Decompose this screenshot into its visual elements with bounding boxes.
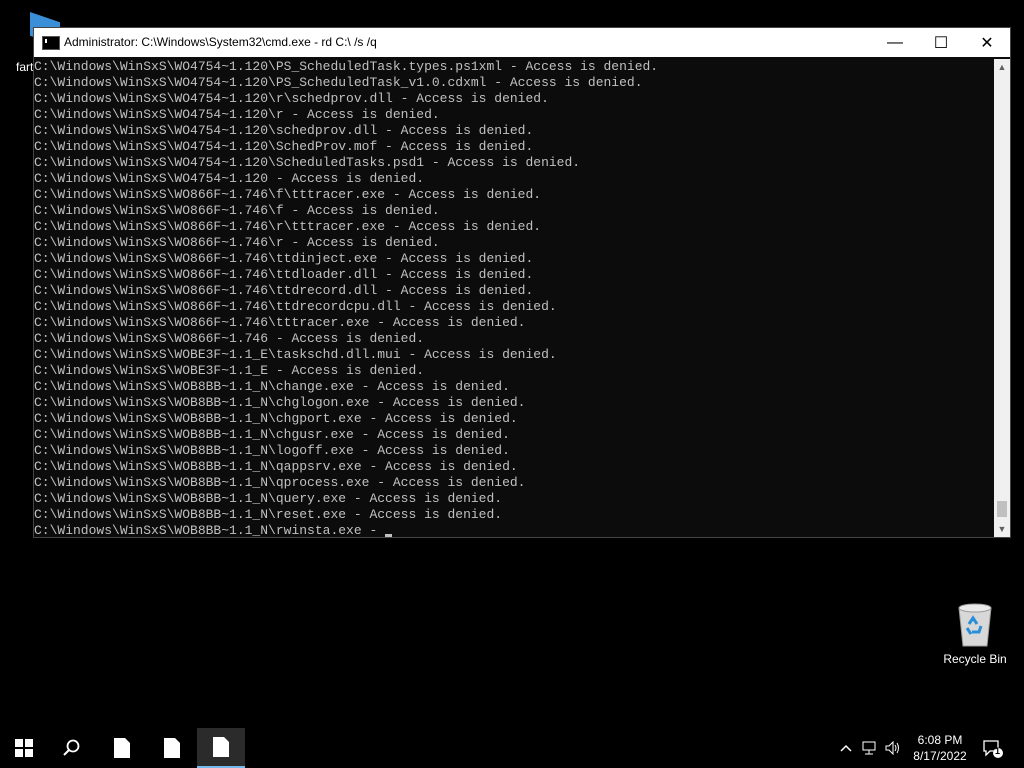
recycle-bin-label: Recycle Bin [943,652,1007,666]
taskbar-clock[interactable]: 6:08 PM 8/17/2022 [910,732,970,764]
console-line: C:\Windows\WinSxS\WOB8BB~1.1_N\query.exe… [34,491,503,506]
recycle-bin[interactable]: Recycle Bin [940,600,1010,675]
console-line: C:\Windows\WinSxS\WOB8BB~1.1_N\reset.exe… [34,507,503,522]
console-line: C:\Windows\WinSxS\WO866F~1.746\ttdinject… [34,251,534,266]
console-line: C:\Windows\WinSxS\WOB8BB~1.1_N\chglogon.… [34,395,526,410]
console-line: C:\Windows\WinSxS\WO866F~1.746\ttdloader… [34,267,534,282]
console-line: C:\Windows\WinSxS\WO866F~1.746\f - Acces… [34,203,440,218]
cmd-window[interactable]: Administrator: C:\Windows\System32\cmd.e… [33,27,1011,538]
clock-date: 8/17/2022 [913,749,967,763]
close-button[interactable]: ✕ [964,28,1010,57]
console-line: C:\Windows\WinSxS\WO866F~1.746\ttdrecord… [34,283,534,298]
notification-center-button[interactable]: 1 [982,738,1004,760]
scroll-up-arrow-icon[interactable]: ▲ [994,59,1010,75]
vertical-scrollbar[interactable]: ▲ ▼ [994,59,1010,537]
console-line: C:\Windows\WinSxS\WO866F~1.746\r\tttrace… [34,219,542,234]
console-line: C:\Windows\WinSxS\WO866F~1.746\f\tttrace… [34,187,542,202]
console-output[interactable]: C:\Windows\WinSxS\WO4754~1.120\PS_Schedu… [34,59,994,537]
console-line: C:\Windows\WinSxS\WOB8BB~1.1_N\rwinsta.e… [34,523,994,537]
minimize-button[interactable]: — [872,28,918,57]
console-line: C:\Windows\WinSxS\WO866F~1.746\tttracer.… [34,315,526,330]
maximize-button[interactable]: ☐ [918,28,964,57]
notification-count: 1 [995,746,1001,756]
clock-time: 6:08 PM [917,733,963,747]
scroll-down-arrow-icon[interactable]: ▼ [994,521,1010,537]
volume-icon[interactable] [885,740,901,756]
system-tray: 6:08 PM 8/17/2022 1 [0,728,1024,768]
chevron-up-icon[interactable] [838,740,854,756]
console-line: C:\Windows\WinSxS\WOBE3F~1.1_E\taskschd.… [34,347,557,362]
console-line: C:\Windows\WinSxS\WOB8BB~1.1_N\logoff.ex… [34,443,510,458]
console-line: C:\Windows\WinSxS\WO4754~1.120\schedprov… [34,123,534,138]
network-icon[interactable] [862,740,878,756]
recycle-bin-icon [958,603,992,647]
console-line: C:\Windows\WinSxS\WOB8BB~1.1_N\change.ex… [34,379,510,394]
desktop-shortcut-label: fart [16,60,34,74]
console-line: C:\Windows\WinSxS\WO4754~1.120\PS_Schedu… [34,75,643,90]
cmd-icon [42,36,60,50]
console-line: C:\Windows\WinSxS\WO4754~1.120 - Access … [34,171,425,186]
console-line: C:\Windows\WinSxS\WOB8BB~1.1_N\chgusr.ex… [34,427,510,442]
notification-icon [983,740,1003,758]
window-title: Administrator: C:\Windows\System32\cmd.e… [64,35,377,49]
console-line: C:\Windows\WinSxS\WO4754~1.120\r - Acces… [34,107,440,122]
console-line: C:\Windows\WinSxS\WO866F~1.746\ttdrecord… [34,299,557,314]
console-line: C:\Windows\WinSxS\WO4754~1.120\PS_Schedu… [34,59,659,74]
console-line: C:\Windows\WinSxS\WO866F~1.746\r - Acces… [34,235,440,250]
console-line: C:\Windows\WinSxS\WOBE3F~1.1_E - Access … [34,363,425,378]
console-line: C:\Windows\WinSxS\WOB8BB~1.1_N\chgport.e… [34,411,518,426]
console-line: C:\Windows\WinSxS\WOB8BB~1.1_N\qprocess.… [34,475,526,490]
text-cursor [385,534,393,537]
taskbar: 6:08 PM 8/17/2022 1 [0,728,1024,768]
scroll-thumb[interactable] [997,501,1007,517]
console-line: C:\Windows\WinSxS\WOB8BB~1.1_N\qappsrv.e… [34,459,518,474]
console-line: C:\Windows\WinSxS\WO4754~1.120\SchedProv… [34,139,534,154]
console-line: C:\Windows\WinSxS\WO866F~1.746 - Access … [34,331,425,346]
window-titlebar[interactable]: Administrator: C:\Windows\System32\cmd.e… [34,28,1010,57]
console-line: C:\Windows\WinSxS\WO4754~1.120\Scheduled… [34,155,581,170]
console-line: C:\Windows\WinSxS\WO4754~1.120\r\schedpr… [34,91,549,106]
